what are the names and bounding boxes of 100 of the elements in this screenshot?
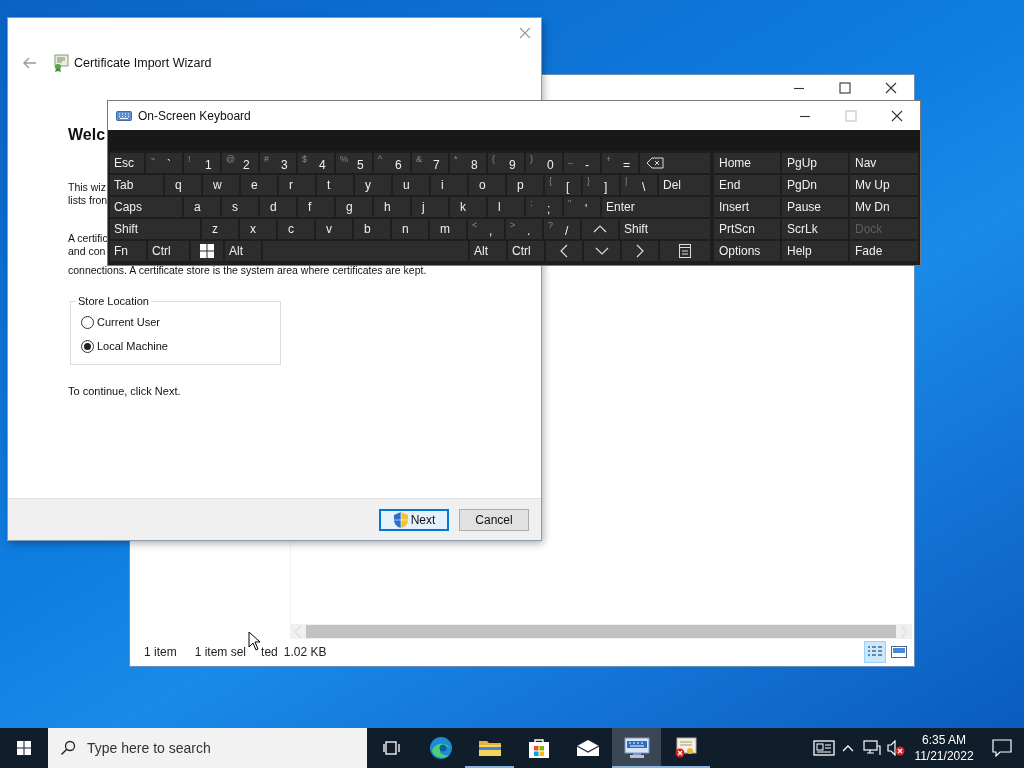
keyboard-key[interactable]: < , <box>468 219 504 239</box>
keyboard-key[interactable] <box>660 241 710 261</box>
keyboard-key[interactable]: t <box>317 175 353 195</box>
keyboard-key[interactable]: Alt <box>225 241 261 261</box>
keyboard-key[interactable]: e <box>241 175 277 195</box>
keyboard-key[interactable]: b <box>354 219 390 239</box>
details-view-icon <box>867 645 883 659</box>
keyboard-key[interactable]: | \ <box>621 175 657 195</box>
keyboard-key[interactable]: g <box>336 197 372 217</box>
keyboard-key[interactable]: Fn <box>110 241 146 261</box>
keyboard-key[interactable]: PgDn <box>782 175 848 195</box>
keyboard-key[interactable]: ~ ` <box>146 153 182 173</box>
keyboard-key[interactable]: PgUp <box>782 153 848 173</box>
keyboard-key[interactable]: ScrLk <box>782 219 848 239</box>
keyboard-key[interactable]: o <box>469 175 505 195</box>
keyboard-key[interactable]: Mv Dn <box>850 197 918 217</box>
keyboard-key[interactable]: : ; <box>526 197 562 217</box>
keyboard-key[interactable]: ( 9 <box>488 153 524 173</box>
keyboard-key[interactable]: _ - <box>564 153 600 173</box>
search-field[interactable]: Type here to search <box>48 728 367 768</box>
keyboard-key[interactable]: * 8 <box>450 153 486 173</box>
keyboard-key[interactable]: Ctrl <box>148 241 189 261</box>
keyboard-key[interactable]: Shift <box>620 219 710 239</box>
keyboard-key[interactable]: p <box>507 175 543 195</box>
keyboard-key[interactable] <box>191 241 223 261</box>
back-arrow-icon <box>22 55 38 71</box>
close-icon <box>519 27 531 39</box>
radio-button[interactable] <box>81 339 94 353</box>
cancel-button[interactable]: Cancel <box>459 508 529 531</box>
keyboard-key[interactable]: z <box>202 219 238 239</box>
next-button[interactable]: Next <box>379 508 449 531</box>
keyboard-key[interactable]: x <box>240 219 276 239</box>
keyboard-key[interactable]: Caps <box>110 197 182 217</box>
chevron-left-icon <box>294 624 302 639</box>
keyboard-key[interactable]: Help <box>782 241 848 261</box>
keyboard-key[interactable]: } ] <box>583 175 619 195</box>
keyboard-key[interactable]: c <box>278 219 314 239</box>
windows-logo-icon <box>17 741 31 755</box>
keyboard-key[interactable]: f <box>298 197 334 217</box>
keyboard-key[interactable]: m <box>430 219 466 239</box>
keyboard-key[interactable]: w <box>203 175 239 195</box>
keyboard-key[interactable]: Enter <box>602 197 710 217</box>
keyboard-key[interactable]: ) 0 <box>526 153 562 173</box>
keyboard-key[interactable]: j <box>412 197 448 217</box>
keyboard-key[interactable]: % 5 <box>336 153 372 173</box>
group-label: Store Location <box>76 295 151 308</box>
keyboard-key[interactable]: Shift <box>110 219 200 239</box>
keyboard-key[interactable]: ! 1 <box>184 153 220 173</box>
keyboard-key[interactable]: s <box>222 197 258 217</box>
keyboard-key[interactable]: @ 2 <box>222 153 258 173</box>
keyboard-key[interactable]: Nav <box>850 153 918 173</box>
keyboard-key[interactable]: " ' <box>564 197 600 217</box>
keyboard-key[interactable]: Mv Up <box>850 175 918 195</box>
keyboard-key[interactable]: h <box>374 197 410 217</box>
keyboard-key[interactable]: ^ 6 <box>374 153 410 173</box>
keyboard-key[interactable]: $ 4 <box>298 153 334 173</box>
keyboard-key[interactable]: k <box>450 197 486 217</box>
keyboard-key[interactable]: v <box>316 219 352 239</box>
keyboard-key[interactable]: + = <box>602 153 638 173</box>
keyboard-key[interactable]: Del <box>659 175 710 195</box>
radio-label[interactable]: Current User <box>97 316 160 328</box>
description-text: connections. A certificate store is the system area where certificates are kept. <box>68 264 427 277</box>
keyboard-key[interactable]: & 7 <box>412 153 448 173</box>
keyboard-key[interactable]: End <box>714 175 780 195</box>
keyboard-key[interactable]: q <box>165 175 201 195</box>
keyboard-key[interactable]: Fade <box>850 241 918 261</box>
keyboard-key[interactable]: a <box>184 197 220 217</box>
keyboard-key[interactable]: d <box>260 197 296 217</box>
keyboard-key[interactable]: r <box>279 175 315 195</box>
keyboard-key[interactable]: PrtScn <box>714 219 780 239</box>
task-view-icon <box>382 740 401 756</box>
keyboard-key[interactable]: Insert <box>714 197 780 217</box>
keyboard-key[interactable]: y <box>355 175 391 195</box>
window-title: On-Screen Keyboard <box>138 108 252 123</box>
radio-button[interactable] <box>81 315 94 329</box>
keyboard-key[interactable]: Pause <box>782 197 848 217</box>
keyboard-key[interactable]: Esc <box>110 153 144 173</box>
keyboard-key[interactable]: > . <box>506 219 542 239</box>
keyboard-key[interactable]: # 3 <box>260 153 296 173</box>
item-count: 1 item <box>144 645 177 659</box>
keyboard-key[interactable]: { [ <box>545 175 581 195</box>
clock-button[interactable]: 6:35 AM 11/21/2022 <box>908 732 980 764</box>
keyboard-key[interactable]: Tab <box>110 175 163 195</box>
taskbar-app-button[interactable] <box>612 728 661 768</box>
keyboard-key[interactable]: Ctrl <box>508 241 544 261</box>
keyboard-key[interactable]: Options <box>714 241 780 261</box>
details-view-button[interactable] <box>864 641 886 663</box>
description-text: This wiz <box>68 181 106 194</box>
scrollbar-thumb[interactable] <box>306 625 896 638</box>
keyboard-key[interactable]: i <box>431 175 467 195</box>
keyboard-key[interactable]: u <box>393 175 429 195</box>
horizontal-scrollbar[interactable] <box>290 624 912 639</box>
keyboard-key[interactable]: Home <box>714 153 780 173</box>
keyboard-key[interactable]: ? / <box>544 219 580 239</box>
keyboard-key[interactable]: n <box>392 219 428 239</box>
chevron-right-icon <box>900 624 908 639</box>
keyboard-key[interactable]: Alt <box>470 241 506 261</box>
radio-label[interactable]: Local Machine <box>97 340 168 352</box>
keyboard-key[interactable]: l <box>488 197 524 217</box>
chevron-down-icon <box>595 247 609 255</box>
